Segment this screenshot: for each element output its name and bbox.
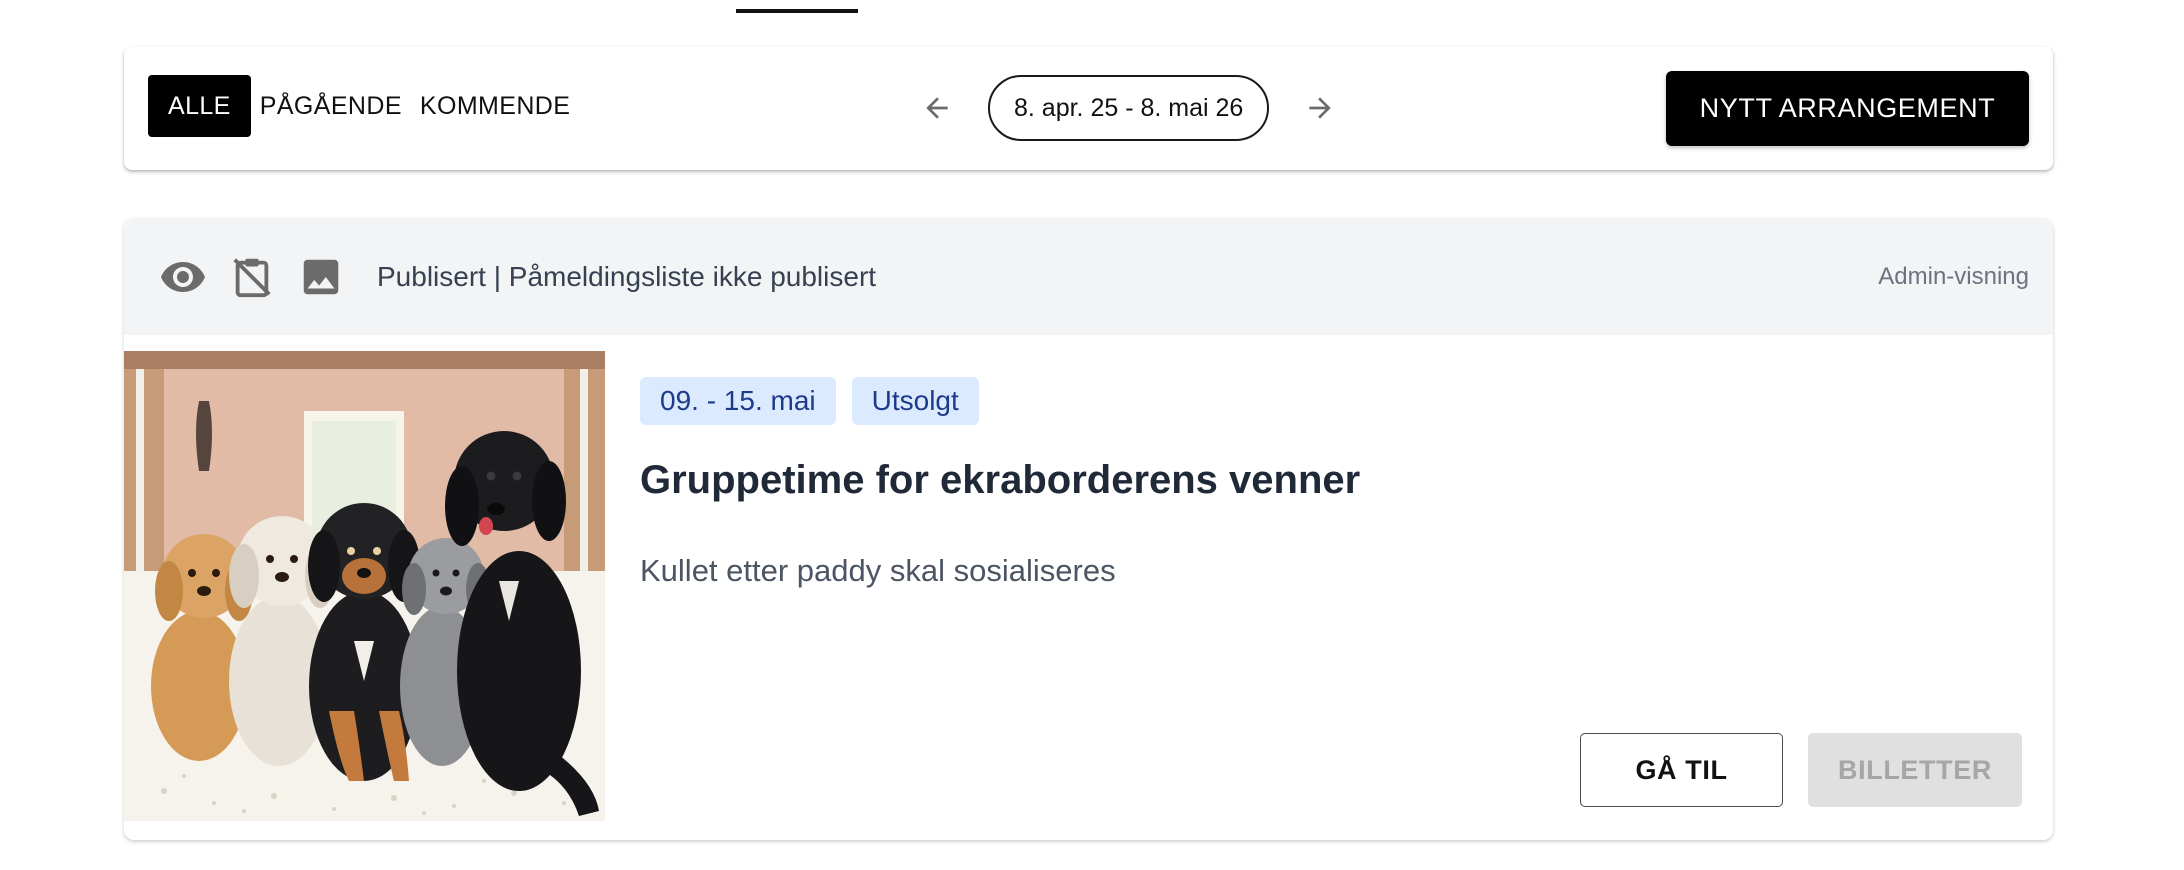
- date-range-pill[interactable]: 8. apr. 25 - 8. mai 26: [988, 75, 1270, 141]
- event-toolbar: ALLE PÅGÅENDE KOMMENDE 8. apr. 25 - 8. m…: [124, 47, 2053, 170]
- admin-icons: [157, 251, 347, 303]
- filter-tab-ongoing[interactable]: PÅGÅENDE: [251, 75, 411, 137]
- admin-bar: Publisert | Påmeldingsliste ikke publise…: [124, 218, 2053, 335]
- tickets-button[interactable]: BILLETTER: [1808, 733, 2022, 807]
- image-icon[interactable]: [295, 251, 347, 303]
- event-description: Kullet etter paddy skal sosialiseres: [640, 553, 1116, 588]
- eye-icon[interactable]: [157, 251, 209, 303]
- filter-tab-upcoming[interactable]: KOMMENDE: [411, 75, 579, 137]
- event-card: Publisert | Påmeldingsliste ikke publise…: [124, 218, 2053, 840]
- date-chip: 09. - 15. mai: [640, 377, 836, 425]
- publish-status: Publisert | Påmeldingsliste ikke publise…: [377, 260, 877, 292]
- event-title: Gruppetime for ekraborderens venner: [640, 458, 1361, 502]
- active-tab-indicator: [736, 9, 858, 13]
- clipboard-off-icon[interactable]: [226, 251, 278, 303]
- arrow-right-icon[interactable]: [1287, 75, 1353, 141]
- goto-button[interactable]: GÅ TIL: [1580, 733, 1783, 807]
- event-image[interactable]: [124, 351, 605, 821]
- date-navigator: 8. apr. 25 - 8. mai 26: [904, 75, 1353, 141]
- new-event-button[interactable]: NYTT ARRANGEMENT: [1666, 71, 2029, 146]
- filter-tabs: ALLE PÅGÅENDE KOMMENDE: [148, 75, 579, 137]
- status-chip: Utsolgt: [851, 377, 979, 425]
- event-chips: 09. - 15. mai Utsolgt: [640, 377, 979, 425]
- arrow-left-icon[interactable]: [904, 75, 970, 141]
- admin-view-label: Admin-visning: [1878, 262, 2029, 290]
- filter-tab-all[interactable]: ALLE: [148, 75, 251, 137]
